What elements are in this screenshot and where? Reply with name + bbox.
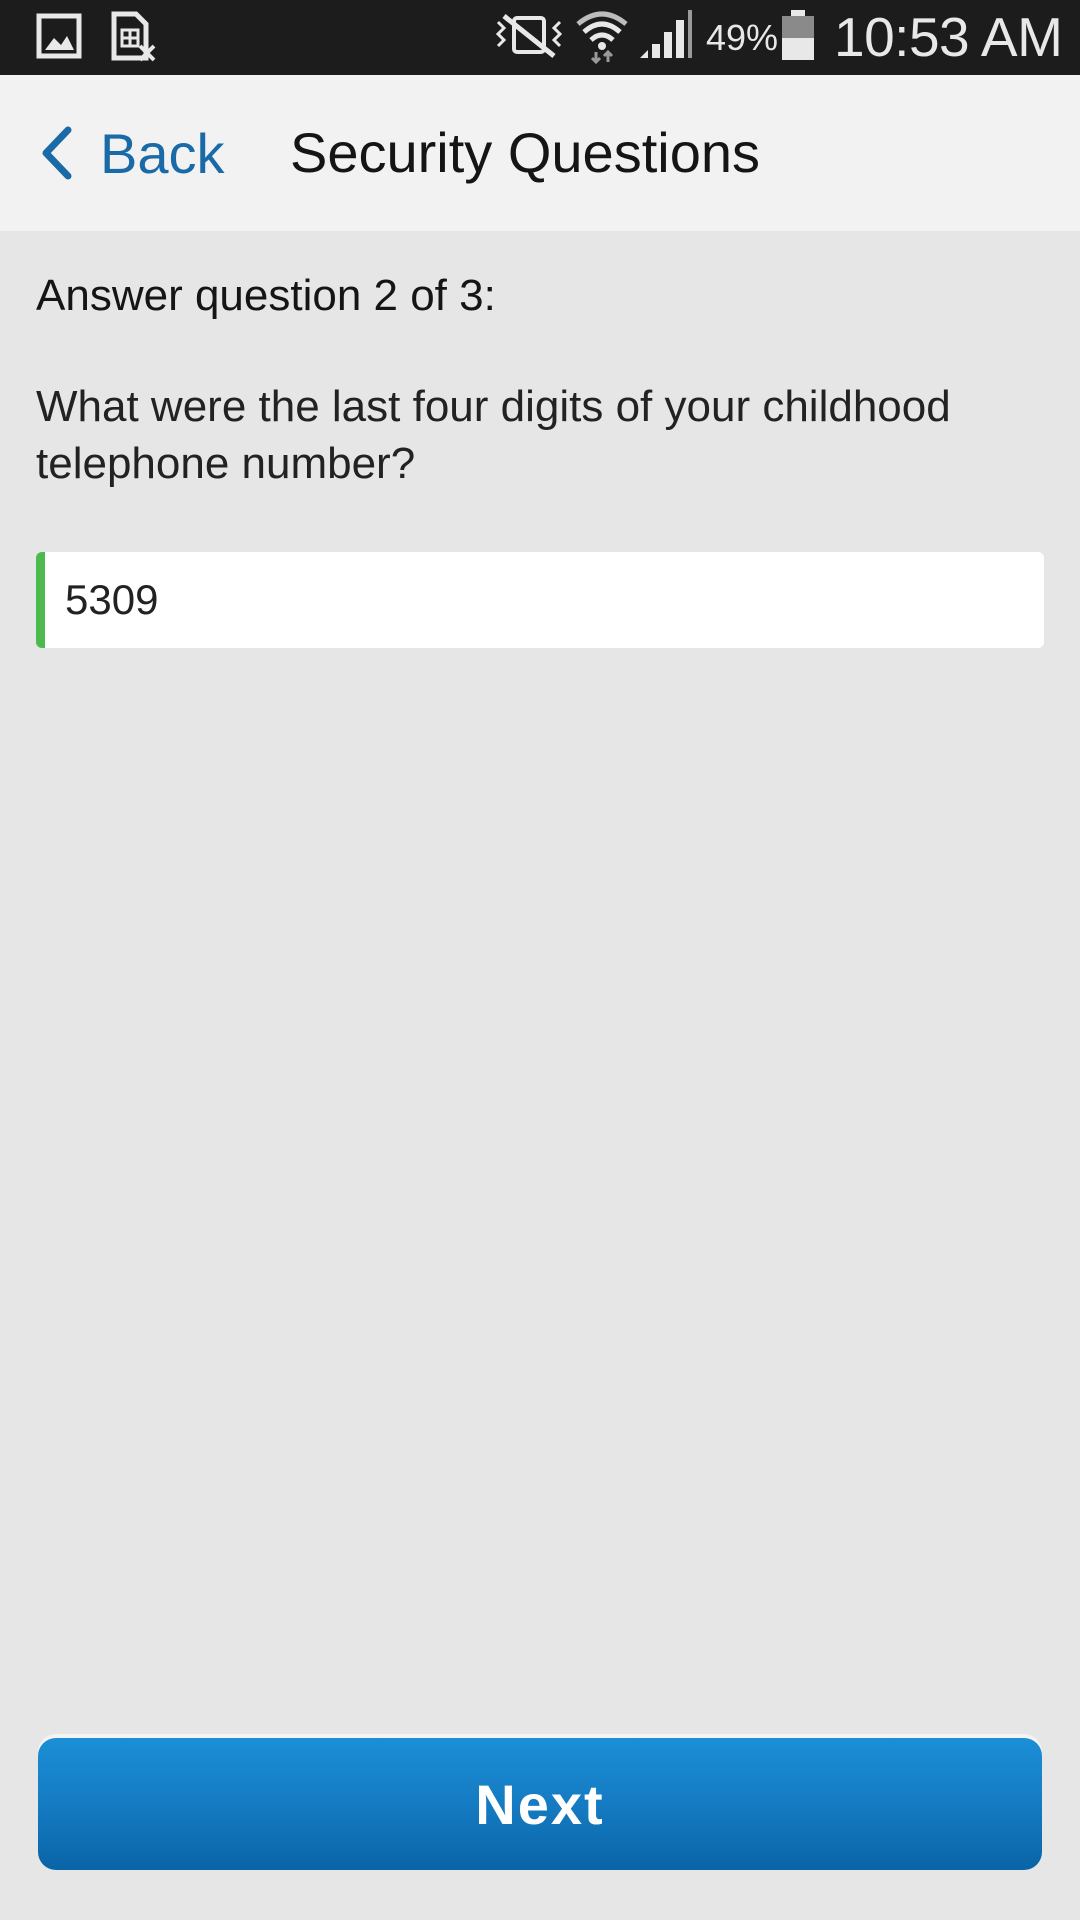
wifi-icon xyxy=(576,11,628,64)
back-button[interactable]: Back xyxy=(36,115,225,191)
battery-icon xyxy=(782,10,814,60)
battery-percent: 49% xyxy=(706,17,779,58)
back-label: Back xyxy=(100,121,225,185)
chevron-left-icon xyxy=(42,126,72,180)
page-title: Security Questions xyxy=(290,121,760,184)
vibrate-mute-icon xyxy=(495,14,563,58)
security-question-text: What were the last four digits of your c… xyxy=(36,382,951,488)
status-bar: 49% 10:53 AM xyxy=(0,0,1080,75)
image-icon xyxy=(36,13,82,59)
answer-input[interactable] xyxy=(45,552,1044,648)
signal-icon xyxy=(640,10,692,58)
status-time: 10:53 AM xyxy=(834,6,1063,68)
navigation-bar: Back Security Questions xyxy=(0,75,1080,231)
question-progress-label: Answer question 2 of 3: xyxy=(36,271,496,320)
answer-field[interactable] xyxy=(36,552,1044,648)
sim-card-icon xyxy=(111,11,156,62)
next-button[interactable]: Next xyxy=(38,1738,1042,1870)
